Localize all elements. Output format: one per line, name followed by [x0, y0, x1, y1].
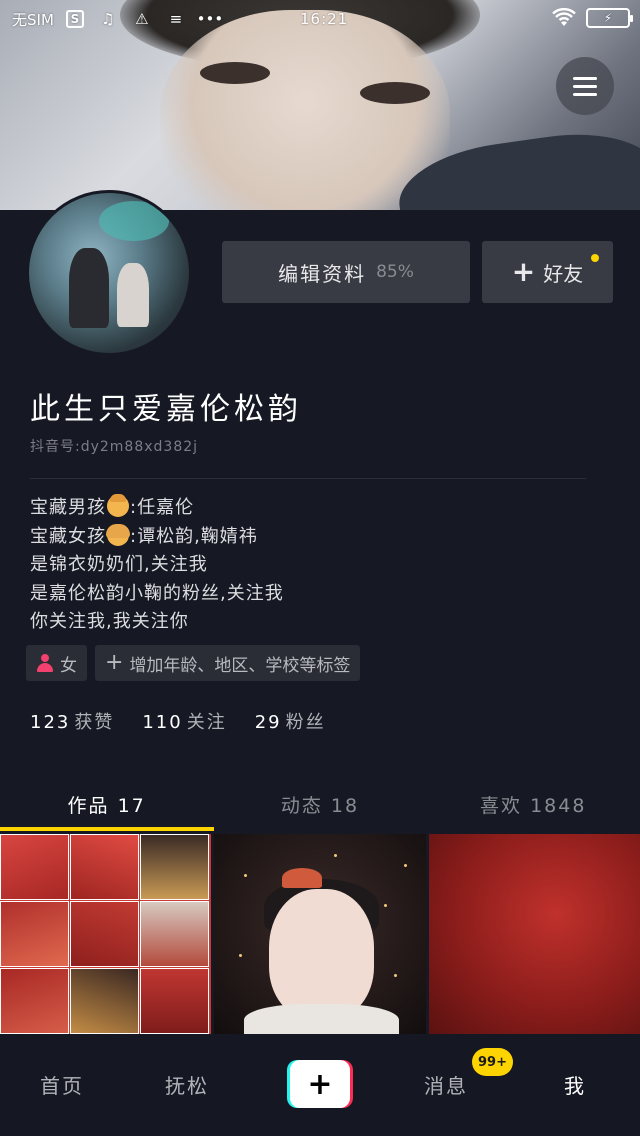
collage-tile: [70, 968, 139, 1034]
collage-tile: [140, 968, 209, 1034]
warning-icon: ⚠: [135, 10, 149, 28]
video-grid: [0, 834, 640, 1034]
bio-text: :谭松韵,鞠婧祎: [130, 525, 258, 547]
edit-profile-button[interactable]: 编辑资料 85%: [222, 241, 470, 303]
female-user-icon: [36, 654, 54, 672]
collage-tile: [140, 834, 209, 900]
status-time: 16:21: [300, 10, 349, 28]
thumb-hat: [282, 868, 323, 888]
boy-emoji-icon: [107, 494, 129, 517]
likes-stat[interactable]: 123 获赞: [30, 708, 114, 734]
likes-count: 123: [30, 712, 71, 733]
sparkle: [239, 954, 243, 957]
avatar-figure-dark: [69, 248, 109, 328]
video-thumbnail[interactable]: [214, 834, 426, 1034]
collage-tile: [140, 901, 209, 967]
bio-line: 是嘉伦松韵小鞠的粉丝,关注我: [30, 582, 284, 604]
avatar[interactable]: [26, 190, 192, 356]
menu-line-icon: [573, 76, 597, 80]
sparkle: [334, 854, 338, 857]
avatar-figure-light: [117, 263, 149, 327]
collage-tile: [0, 834, 69, 900]
thumb-face: [269, 889, 375, 1019]
collage-tile: [70, 834, 139, 900]
status-bar: 无SIM S ♫ ⚠ ≡ ••• 16:21 ⚡: [0, 0, 640, 38]
profile-stats: 123 获赞 110 关注 29 粉丝: [30, 708, 326, 734]
add-tags-label: 增加年龄、地区、学校等标签: [129, 655, 351, 676]
bio-line: 宝藏女孩 :谭松韵,鞠婧祎: [30, 523, 284, 552]
add-friend-label: 好友: [543, 261, 584, 286]
profile-tags: 女 + 增加年龄、地区、学校等标签: [26, 645, 361, 681]
messages-badge: 99+: [472, 1048, 513, 1076]
video-thumbnail[interactable]: [428, 834, 640, 1034]
tab-likes[interactable]: 喜欢 1848: [427, 776, 640, 832]
thumb-shirt: [244, 1004, 400, 1034]
nav-home[interactable]: 首页: [40, 1070, 84, 1099]
sparkle: [404, 864, 408, 867]
followers-stat[interactable]: 29 粉丝: [255, 708, 326, 734]
bottom-navigation: 首页 抚松 + 消息 99+ 我: [0, 1034, 640, 1136]
add-tags-button[interactable]: + 增加年龄、地区、学校等标签: [95, 645, 361, 681]
collage-tile: [0, 901, 69, 967]
notification-dot: [591, 254, 599, 262]
nav-messages[interactable]: 消息: [424, 1070, 468, 1099]
s-app-icon: S: [65, 10, 84, 28]
content-tabs: 作品 17 动态 18 喜欢 1848: [0, 776, 640, 832]
cover-face: [160, 10, 450, 210]
add-friend-button[interactable]: + 好友: [482, 241, 613, 303]
cover-eye-left: [200, 62, 270, 84]
profile-bio: 宝藏男孩 :任嘉伦 宝藏女孩 :谭松韵,鞠婧祎 是锦衣奶奶们,关注我 是嘉伦松韵小鞠…: [30, 494, 284, 637]
menu-line-icon: [573, 92, 597, 96]
bio-line: 宝藏男孩 :任嘉伦: [30, 494, 284, 523]
bio-line: 是锦衣奶奶们,关注我: [30, 554, 208, 575]
likes-label: 获赞: [74, 712, 115, 733]
sparkle: [244, 874, 248, 877]
bio-text: :任嘉伦: [130, 497, 195, 518]
wifi-icon: [552, 8, 576, 26]
douyin-id[interactable]: 抖音号:dy2m88xd382j: [30, 436, 198, 456]
music-app-icon: ♫: [101, 10, 115, 28]
gender-tag[interactable]: 女: [26, 645, 87, 681]
more-notifications-icon: •••: [196, 10, 224, 28]
nav-follow[interactable]: 抚松: [165, 1070, 209, 1099]
girl-emoji-icon: [106, 523, 130, 546]
sparkle: [384, 904, 388, 907]
cover-eye-right: [360, 82, 430, 104]
video-thumbnail[interactable]: [0, 834, 212, 1034]
gender-label: 女: [60, 655, 77, 676]
plus-icon: +: [511, 255, 536, 288]
profile-nickname: 此生只爱嘉伦松韵: [30, 392, 302, 427]
avatar-ornament: [99, 201, 169, 241]
following-count: 110: [142, 712, 183, 733]
followers-label: 粉丝: [285, 712, 326, 733]
sparkle: [394, 974, 398, 977]
following-label: 关注: [186, 712, 227, 733]
edit-profile-label: 编辑资料: [278, 261, 367, 286]
followers-count: 29: [254, 712, 282, 733]
nav-me[interactable]: 我: [564, 1070, 586, 1099]
bio-text: 宝藏男孩: [30, 497, 106, 518]
database-icon: ≡: [169, 10, 183, 28]
collage-tile: [0, 968, 69, 1034]
collage-tile: [70, 901, 139, 967]
following-stat[interactable]: 110 关注: [142, 708, 226, 734]
battery-charging-icon: ⚡: [586, 8, 633, 28]
carrier-label: 无SIM: [12, 10, 54, 29]
menu-hamburger-button[interactable]: [556, 57, 614, 115]
tab-works[interactable]: 作品 17: [0, 776, 213, 832]
plus-icon: +: [290, 1060, 350, 1108]
plus-icon: +: [105, 650, 124, 675]
bio-line: 你关注我,我关注你: [30, 611, 189, 632]
bio-text: 宝藏女孩: [30, 525, 106, 547]
divider: [30, 478, 586, 479]
menu-line-icon: [573, 84, 597, 88]
tab-dynamics[interactable]: 动态 18: [213, 776, 426, 832]
post-video-button[interactable]: +: [287, 1060, 353, 1108]
active-tab-indicator: [0, 827, 214, 831]
profile-completion: 85%: [376, 262, 414, 282]
